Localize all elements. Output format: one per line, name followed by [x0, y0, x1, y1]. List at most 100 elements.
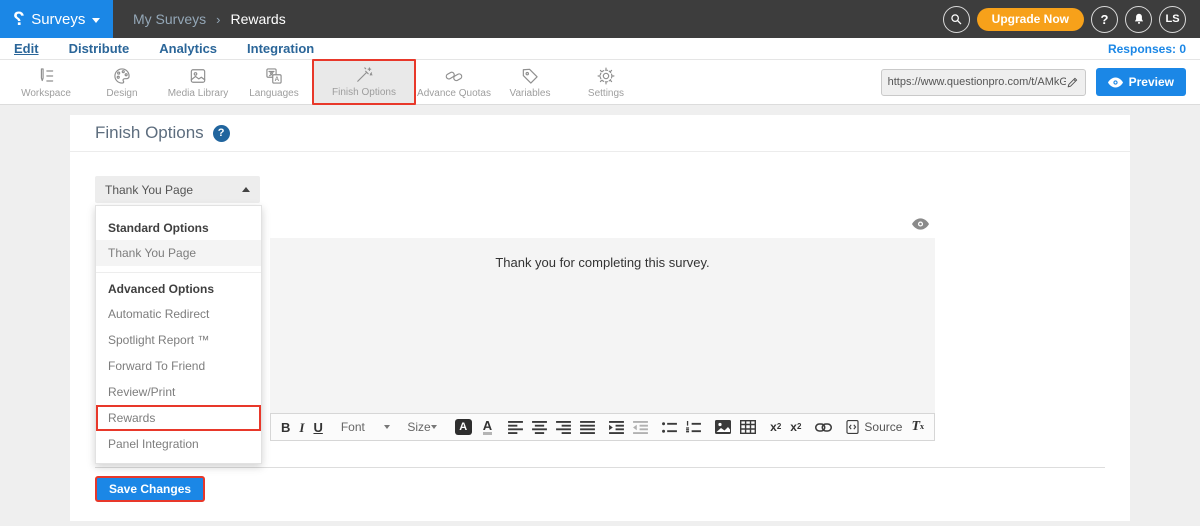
save-changes-button[interactable]: Save Changes	[95, 476, 205, 502]
align-center-icon	[532, 421, 547, 434]
menu-item-panel-integration[interactable]: Panel Integration	[96, 431, 261, 457]
chevron-down-icon	[92, 18, 100, 23]
avatar[interactable]: LS	[1159, 6, 1186, 33]
superscript-button[interactable]: x2	[790, 421, 801, 433]
toolbar-item-design[interactable]: Design	[84, 63, 160, 102]
source-button[interactable]: Source	[846, 420, 902, 434]
divider	[95, 467, 1105, 468]
tab-analytics[interactable]: Analytics	[159, 41, 217, 56]
bold-button[interactable]: B	[281, 421, 290, 434]
menu-group-standard: Standard Options	[96, 216, 261, 240]
finish-options-wand-icon	[354, 65, 374, 85]
search-button[interactable]	[943, 6, 970, 33]
outdent-button[interactable]	[633, 421, 648, 434]
edit-url-pencil-icon[interactable]	[1066, 76, 1079, 89]
rich-text-toolbar: B I U Font Size A A	[270, 413, 935, 441]
menu-item-thank-you-page[interactable]: Thank You Page	[96, 240, 261, 266]
questionpro-logo-icon: ?	[13, 10, 25, 29]
thank-you-editor: Thank you for completing this survey. B …	[270, 210, 935, 441]
source-code-icon	[846, 420, 859, 434]
menu-divider	[96, 272, 261, 273]
bulleted-list-button[interactable]	[662, 421, 677, 434]
link-button[interactable]	[815, 423, 832, 432]
align-left-button[interactable]	[508, 421, 523, 434]
toolbar-item-variables[interactable]: Variables	[492, 63, 568, 102]
toolbar-item-workspace[interactable]: Workspace	[8, 63, 84, 102]
align-center-button[interactable]	[532, 421, 547, 434]
table-icon	[740, 420, 756, 434]
toolbar-item-languages[interactable]: A Languages	[236, 63, 312, 102]
chevron-down-icon	[384, 425, 390, 429]
align-right-button[interactable]	[556, 421, 571, 434]
avatar-initials: LS	[1165, 13, 1179, 25]
survey-url-input[interactable]	[888, 76, 1066, 88]
title-help-icon[interactable]: ?	[213, 125, 230, 142]
font-select[interactable]: Font	[337, 420, 395, 434]
chevron-down-icon	[431, 425, 437, 429]
menu-item-review-print[interactable]: Review/Print	[96, 379, 261, 405]
search-icon	[949, 12, 963, 26]
underline-button[interactable]: U	[313, 421, 322, 434]
media-library-icon	[188, 66, 208, 86]
table-button[interactable]	[740, 420, 756, 434]
toolbar-item-advance-quotas[interactable]: Advance Quotas	[416, 63, 492, 102]
italic-button[interactable]: I	[299, 421, 304, 434]
variables-tag-icon	[520, 66, 540, 86]
help-button[interactable]: ?	[1091, 6, 1118, 33]
tab-edit[interactable]: Edit	[14, 41, 39, 56]
page-body: Finish Options ? Thank You Page Standard…	[0, 105, 1200, 526]
text-color-button[interactable]: A	[483, 419, 494, 436]
remove-format-button[interactable]: Tx	[911, 420, 924, 434]
toolbar-item-settings[interactable]: Settings	[568, 63, 644, 102]
tab-integration[interactable]: Integration	[247, 41, 314, 56]
workspace-icon	[36, 66, 56, 86]
edit-toolbar: Workspace Design Media Library A Languag…	[0, 60, 1200, 105]
background-color-icon: A	[455, 419, 472, 435]
languages-icon: A	[264, 66, 284, 86]
menu-item-spotlight-report[interactable]: Spotlight Report ™	[96, 327, 261, 353]
responses-count[interactable]: Responses: 0	[1108, 42, 1186, 56]
upgrade-now-button[interactable]: Upgrade Now	[977, 8, 1084, 31]
finish-type-selected-value: Thank You Page	[105, 183, 242, 197]
increase-indent-icon	[609, 421, 624, 434]
advance-quotas-chain-icon	[444, 66, 464, 86]
menu-item-automatic-redirect[interactable]: Automatic Redirect	[96, 301, 261, 327]
finish-type-select[interactable]: Thank You Page	[95, 176, 260, 203]
toolbar-item-media-library[interactable]: Media Library	[160, 63, 236, 102]
chevron-up-icon	[242, 187, 250, 192]
breadcrumb: My Surveys › Rewards	[133, 11, 286, 27]
subscript-button[interactable]: x2	[770, 421, 781, 433]
image-icon	[715, 420, 731, 434]
tab-distribute[interactable]: Distribute	[69, 41, 130, 56]
editor-preview-area[interactable]: Thank you for completing this survey.	[270, 238, 935, 413]
text-color-icon: A	[483, 419, 492, 436]
top-header-bar: ? Surveys My Surveys › Rewards Upgrade N…	[0, 0, 1200, 38]
question-mark-icon: ?	[1101, 12, 1109, 27]
notifications-button[interactable]	[1125, 6, 1152, 33]
size-select[interactable]: Size	[403, 420, 440, 434]
toolbar-item-finish-options[interactable]: Finish Options	[312, 59, 416, 105]
menu-item-rewards[interactable]: Rewards	[96, 405, 261, 431]
justify-button[interactable]	[580, 421, 595, 434]
design-palette-icon	[112, 66, 132, 86]
image-button[interactable]	[715, 420, 731, 434]
finish-type-dropdown-menu: Standard Options Thank You Page Advanced…	[95, 205, 262, 464]
breadcrumb-my-surveys[interactable]: My Surveys	[133, 11, 206, 27]
editor-preview-eye-icon[interactable]	[912, 218, 929, 230]
align-right-icon	[556, 421, 571, 434]
breadcrumb-current: Rewards	[230, 11, 285, 27]
background-color-button[interactable]: A	[455, 419, 474, 435]
preview-button[interactable]: Preview	[1096, 68, 1186, 96]
indent-button[interactable]	[609, 421, 624, 434]
numbered-list-icon	[686, 421, 701, 434]
settings-gear-icon	[596, 66, 616, 86]
menu-item-forward-to-friend[interactable]: Forward To Friend	[96, 353, 261, 379]
menu-group-advanced: Advanced Options	[96, 277, 261, 301]
survey-url-field[interactable]	[881, 69, 1086, 96]
product-switcher[interactable]: ? Surveys	[0, 0, 113, 38]
bulleted-list-icon	[662, 421, 677, 434]
survey-nav-bar: Edit Distribute Analytics Integration Re…	[0, 38, 1200, 60]
finish-options-card: Finish Options ? Thank You Page Standard…	[70, 115, 1130, 521]
numbered-list-button[interactable]	[686, 421, 701, 434]
preview-eye-icon	[1108, 77, 1123, 88]
